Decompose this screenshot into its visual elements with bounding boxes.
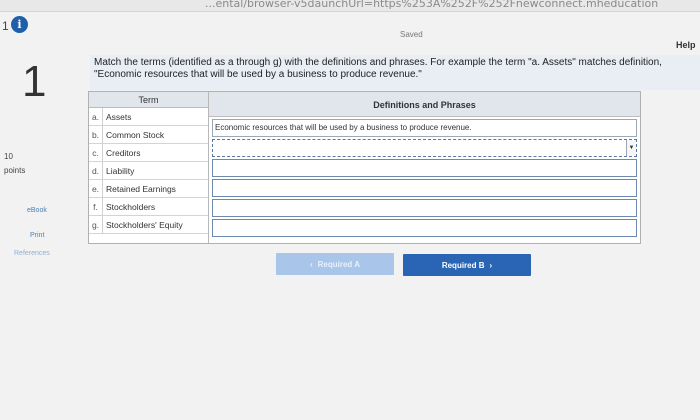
term-text: Assets	[106, 111, 132, 122]
definition-select-4[interactable]	[212, 179, 637, 197]
term-row-c: c. Creditors	[89, 144, 208, 162]
chevron-right-icon: ›	[489, 260, 493, 270]
term-header: Term	[89, 92, 208, 108]
term-column: Term a. Assets b. Common Stock c. Credit…	[89, 92, 209, 243]
term-letter: c.	[89, 144, 103, 161]
points-value: 10	[4, 152, 13, 161]
term-text: Stockholders	[106, 201, 156, 212]
next-required-button[interactable]: Required B ›	[403, 254, 531, 276]
prev-button-label: Required A	[317, 259, 361, 269]
term-row-g: g. Stockholders' Equity	[89, 216, 208, 234]
definitions-column: Definitions and Phrases Economic resourc…	[209, 92, 640, 243]
term-letter: b.	[89, 126, 103, 143]
term-letter: d.	[89, 162, 103, 179]
references-link[interactable]: References	[14, 250, 50, 257]
term-text: Creditors	[106, 147, 141, 158]
term-text: Liability	[106, 165, 135, 176]
points-label: points	[4, 166, 26, 175]
term-row-f: f. Stockholders	[89, 198, 208, 216]
saved-status: Saved	[400, 30, 423, 39]
chevron-down-icon[interactable]: ▼	[626, 140, 636, 156]
term-row-b: b. Common Stock	[89, 126, 208, 144]
term-row-d: d. Liability	[89, 162, 208, 180]
term-letter: a.	[89, 108, 103, 125]
term-text: Retained Earnings	[106, 183, 176, 194]
definition-field-1[interactable]: Economic resources that will be used by …	[212, 119, 637, 137]
ebook-link[interactable]: eBook	[27, 207, 47, 214]
matching-table: Term a. Assets b. Common Stock c. Credit…	[88, 91, 641, 244]
instructions-text: Match the terms (identified as a through…	[90, 55, 700, 90]
browser-url-strip: ...ental/browser-v5daunchUrl=https%253A%…	[0, 0, 700, 12]
term-text: Stockholders' Equity	[106, 219, 183, 230]
term-letter: g.	[89, 216, 103, 233]
term-text: Common Stock	[106, 129, 165, 140]
definition-select-2[interactable]: ▼	[212, 139, 637, 157]
definition-select-3[interactable]	[212, 159, 637, 177]
question-big-number: 1	[22, 57, 47, 106]
term-letter: e.	[89, 180, 103, 197]
definition-select-5[interactable]	[212, 199, 637, 217]
prev-required-button[interactable]: ‹ Required A	[276, 253, 394, 275]
definition-select-6[interactable]	[212, 219, 637, 237]
next-button-label: Required B	[441, 260, 485, 270]
help-link[interactable]: Help	[676, 40, 696, 50]
term-letter: f.	[89, 198, 103, 215]
url-fragment: ...ental/browser-v5daunchUrl=https%253A%…	[205, 0, 659, 10]
print-link[interactable]: Print	[30, 232, 44, 239]
term-row-e: e. Retained Earnings	[89, 180, 208, 198]
info-icon[interactable]: i	[11, 16, 28, 33]
definitions-header: Definitions and Phrases	[209, 92, 640, 117]
chevron-left-icon: ‹	[309, 259, 313, 269]
question-number: 1	[2, 19, 9, 33]
term-row-a: a. Assets	[89, 108, 208, 126]
